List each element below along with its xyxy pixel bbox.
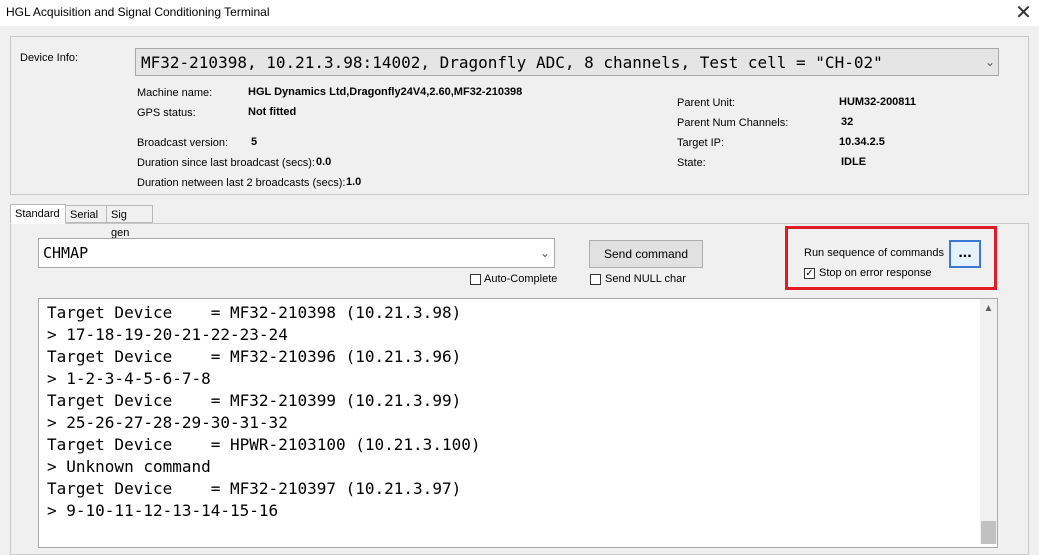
send-command-button[interactable]: Send command [589,240,703,268]
chevron-up-icon[interactable]: ▲ [980,301,997,317]
state-value: IDLE [841,156,867,168]
parent-unit-value: HUM32-200811 [839,96,917,108]
auto-complete-checkbox[interactable] [470,274,481,285]
broadcast-version-value: 5 [251,136,258,148]
gps-status-label: GPS status: [137,107,196,119]
auto-complete-label: Auto-Complete [484,273,558,285]
send-null-label: Send NULL char [605,273,686,285]
chevron-down-icon[interactable]: ⌄ [538,243,552,263]
duration-between-value: 1.0 [346,176,362,188]
parent-num-channels-label: Parent Num Channels: [677,117,789,129]
parent-num-channels-value: 32 [841,116,854,128]
output-line: > 25-26-27-28-29-30-31-32 [47,413,288,432]
target-ip-value: 10.34.2.5 [839,136,885,148]
tab-standard[interactable]: Standard [10,204,66,224]
output-line: > 17-18-19-20-21-22-23-24 [47,325,288,344]
close-icon[interactable]: ✕ [1008,0,1039,26]
output-scrollbar[interactable] [980,299,997,544]
output-line: Target Device = MF32-210396 (10.21.3.96) [47,347,462,366]
gps-status-value: Not fitted [248,106,297,118]
window-title: HGL Acquisition and Signal Conditioning … [6,5,270,19]
parent-unit-label: Parent Unit: [677,97,736,109]
output-line: Target Device = HPWR-2103100 (10.21.3.10… [47,435,481,454]
output-line: > Unknown command [47,457,211,476]
device-select[interactable]: MF32-210398, 10.21.3.98:14002, Dragonfly… [135,48,999,76]
command-input[interactable]: CHMAP [38,238,555,268]
highlight-box [785,226,997,290]
scrollbar-thumb[interactable] [981,521,996,544]
chevron-down-icon[interactable]: ⌄ [983,52,997,72]
tab-serial[interactable]: Serial [65,205,107,223]
machine-name-value: HGL Dynamics Ltd,Dragonfly24V4,2.60,MF32… [248,86,523,98]
tab-sig-gen[interactable]: Sig gen [106,205,153,239]
output-console[interactable]: Target Device = MF32-210398 (10.21.3.98)… [38,298,998,548]
duration-between-label: Duration netween last 2 broadcasts (secs… [137,177,346,189]
broadcast-version-label: Broadcast version: [137,137,229,149]
output-line: Target Device = MF32-210398 (10.21.3.98) [47,303,462,322]
output-line: > 1-2-3-4-5-6-7-8 [47,369,211,388]
device-info-label: Device Info: [20,52,79,64]
output-line: Target Device = MF32-210397 (10.21.3.97) [47,479,462,498]
output-line: Target Device = MF32-210399 (10.21.3.99) [47,391,462,410]
output-line: > 9-10-11-12-13-14-15-16 [47,501,279,520]
target-ip-label: Target IP: [677,137,725,149]
machine-name-label: Machine name: [137,87,213,99]
duration-since-value: 0.0 [316,156,332,168]
state-label: State: [677,157,706,169]
duration-since-label: Duration since last broadcast (secs): [137,157,315,169]
send-null-checkbox[interactable] [590,274,601,285]
